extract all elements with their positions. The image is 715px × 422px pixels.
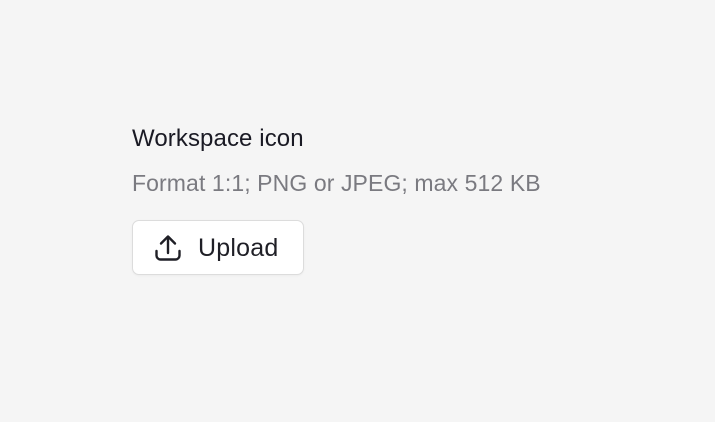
upload-button[interactable]: Upload — [132, 220, 304, 275]
workspace-icon-section: Workspace icon Format 1:1; PNG or JPEG; … — [132, 125, 541, 275]
format-hint: Format 1:1; PNG or JPEG; max 512 KB — [132, 170, 541, 196]
upload-icon — [153, 233, 183, 263]
upload-button-label: Upload — [198, 233, 279, 262]
section-title: Workspace icon — [132, 125, 304, 152]
